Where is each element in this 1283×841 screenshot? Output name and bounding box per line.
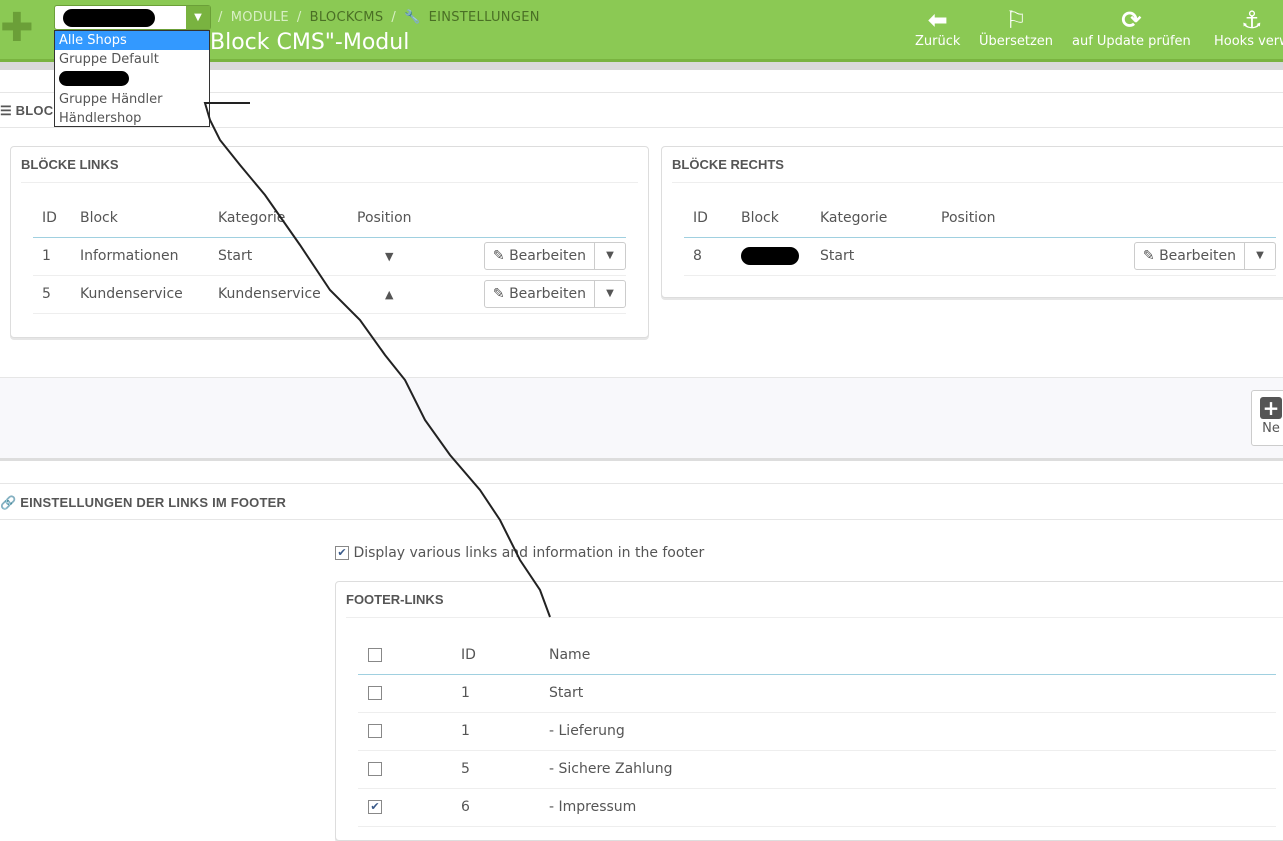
display-footer-links-option[interactable]: ✔ Display various links and information … [335,545,704,561]
breadcrumb-module[interactable]: MODULE [231,10,289,25]
option-haendlershop[interactable]: Händlershop [55,109,209,128]
check-update-button[interactable]: ⟳ auf Update prüfen [1072,6,1191,49]
col-position: Position [357,199,432,238]
col-id: ID [33,199,80,238]
footer-links-table: ID Name 1 Start 1- Lieferung 5- Sichere Za… [358,636,1276,827]
left-blocks-table: ID Block Kategorie Position 1 Informationen S… [33,199,626,314]
link-icon: 🔗 [0,495,17,510]
row-checkbox[interactable] [368,724,382,738]
divider [0,483,1283,484]
edit-button[interactable]: ✎ Bearbeiten ▼ [483,280,626,308]
table-row: 5 Kundenservice Kundenservice ▲ ✎ Bearbeiten… [33,275,626,314]
table-row: 1 Informationen Start ▼ ✎ Bearbeiten ▼ [33,237,626,276]
table-row: ✔ 6- Impressum [358,788,1276,827]
caret-down-icon[interactable]: ▼ [595,243,625,269]
anchor-icon: ⚓ [1241,6,1263,34]
divider [0,519,1283,520]
breadcrumb-einstellungen: EINSTELLUNGEN [428,10,540,25]
redacted-shop-name [63,9,155,27]
breadcrumb: / MODULE / BLOCKCMS / 🔧 EINSTELLUNGEN [218,10,540,25]
footer-links-panel: FOOTER-LINKS ID Name 1 Start 1- Lieferung … [335,581,1283,841]
arrow-circle-left-icon: ⬅ [927,6,948,34]
table-row: 5- Sichere Zahlung [358,750,1276,789]
new-block-button[interactable]: + Ne [1251,390,1283,446]
display-footer-checkbox[interactable]: ✔ [335,546,349,560]
option-redacted[interactable] [55,71,209,90]
hooks-label: Hooks verw [1214,34,1283,49]
col-kategorie: Kategorie [218,199,357,238]
flag-icon: ⚐ [1005,6,1027,34]
back-label: Zurück [915,34,961,49]
edit-button[interactable]: ✎ Bearbeiten ▼ [1133,242,1276,270]
translate-button[interactable]: ⚐ Übersetzen [979,6,1053,49]
hooks-button[interactable]: ⚓ Hooks verw [1214,6,1283,49]
col-block: Block [80,199,218,238]
footer-section-title: 🔗 EINSTELLUNGEN DER LINKS IM FOOTER [0,495,287,510]
table-row: 1- Lieferung [358,712,1276,751]
plus-icon: + [1260,397,1282,419]
redacted-block-name [741,247,799,265]
puzzle-icon: ✚ [0,5,34,51]
move-up-icon[interactable]: ▲ [357,275,432,314]
wrench-icon: 🔧 [404,10,421,25]
refresh-icon: ⟳ [1121,6,1142,34]
caret-down-icon[interactable]: ▼ [1245,243,1275,269]
page-title: Block CMS"-Modul [210,30,410,55]
table-row: 1 Start [358,674,1276,713]
translate-label: Übersetzen [979,34,1054,49]
option-gruppe-haendler[interactable]: Gruppe Händler [55,90,209,109]
caret-down-icon[interactable]: ▼ [595,281,625,307]
option-gruppe-default[interactable]: Gruppe Default [55,50,209,69]
right-blocks-table: ID Block Kategorie Position 8 Start ✎ Bearbei… [684,199,1276,276]
back-button[interactable]: ⬅ Zurück [915,6,960,49]
caret-down-icon[interactable]: ▼ [186,6,210,29]
left-blocks-panel: BLÖCKE LINKS ID Block Kategorie Position 1I… [10,146,649,338]
left-panel-title: BLÖCKE LINKS [21,157,119,172]
footer-links-title: FOOTER-LINKS [346,592,444,607]
edit-button[interactable]: ✎ Bearbeiten ▼ [483,242,626,270]
right-panel-title: BLÖCKE RECHTS [672,157,784,172]
right-blocks-panel: BLÖCKE RECHTS ID Block Kategorie Position 8… [661,146,1283,298]
option-alle-shops[interactable]: Alle Shops [55,31,209,50]
list-icon: ☰ [0,103,12,118]
move-down-icon[interactable]: ▼ [357,237,432,276]
table-row: 8 Start ✎ Bearbeiten ▼ [684,237,1276,276]
select-all-checkbox[interactable] [368,647,382,662]
row-checkbox[interactable] [368,762,382,776]
row-checkbox[interactable] [368,686,382,700]
panel-footer [0,377,1283,461]
shop-dropdown-list[interactable]: Alle Shops Gruppe Default Gruppe Händler… [54,30,210,127]
shop-select[interactable]: ▼ [54,5,211,30]
row-checkbox[interactable]: ✔ [368,800,382,814]
breadcrumb-blockcms[interactable]: BLOCKCMS [310,10,384,25]
check-update-label: auf Update prüfen [1072,34,1191,49]
